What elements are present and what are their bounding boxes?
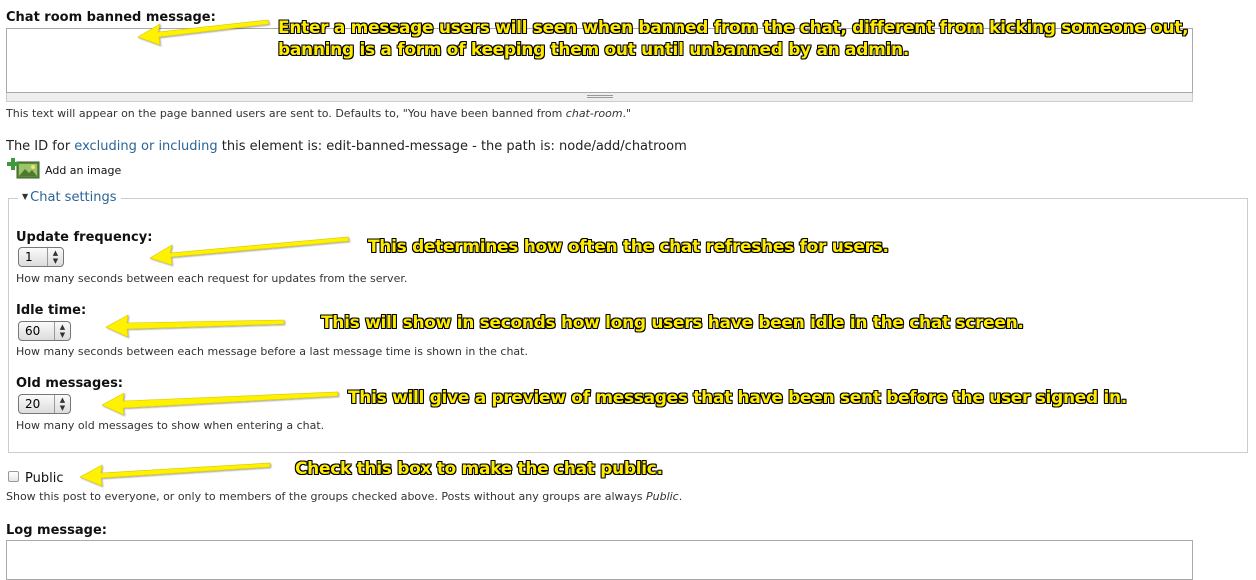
public-help: Show this post to everyone, or only to m… [6, 490, 683, 503]
annotation-old: This will give a preview of messages tha… [348, 388, 1127, 408]
banned-message-resize-handle[interactable] [6, 93, 1193, 102]
select-arrows-icon: ▲ ▼ [54, 395, 70, 413]
add-image-label[interactable]: Add an image [45, 164, 121, 177]
annotation-arrow-public [79, 462, 271, 487]
add-image-icon[interactable] [7, 156, 41, 180]
old-messages-label: Old messages: [16, 376, 124, 391]
annotation-update: This determines how often the chat refre… [368, 237, 889, 257]
public-checkbox[interactable] [8, 471, 19, 482]
element-id-line: The ID for excluding or including this e… [6, 139, 687, 154]
update-frequency-label: Update frequency: [16, 230, 153, 245]
idle-time-label: Idle time: [16, 303, 87, 318]
banned-message-help: This text will appear on the page banned… [6, 107, 632, 120]
excluding-including-link[interactable]: excluding or including [74, 139, 217, 154]
idle-time-select[interactable]: 60 ▲ ▼ [18, 321, 71, 341]
select-arrows-icon: ▲ ▼ [47, 248, 63, 266]
log-message-label: Log message: [6, 523, 107, 538]
log-message-textarea[interactable] [6, 540, 1193, 580]
old-messages-help: How many old messages to show when enter… [16, 419, 325, 432]
idle-time-help: How many seconds between each message be… [16, 345, 528, 358]
old-messages-select[interactable]: 20 ▲ ▼ [18, 394, 71, 414]
annotation-banned-line1: Enter a message users will seen when ban… [278, 18, 1189, 38]
update-frequency-select[interactable]: 1 ▲ ▼ [18, 247, 64, 267]
public-label[interactable]: Public [25, 471, 63, 486]
select-arrows-icon: ▲ ▼ [54, 322, 70, 340]
annotation-idle: This will show in seconds how long users… [321, 313, 1024, 333]
chat-settings-legend[interactable]: ▼ Chat settings [18, 190, 121, 205]
banned-message-label: Chat room banned message: [6, 10, 216, 25]
annotation-public: Check this box to make the chat public. [295, 459, 663, 479]
annotation-banned-line2: banning is a form of keeping them out un… [278, 40, 909, 60]
collapse-triangle-icon: ▼ [22, 192, 29, 201]
update-frequency-help: How many seconds between each request fo… [16, 272, 408, 285]
